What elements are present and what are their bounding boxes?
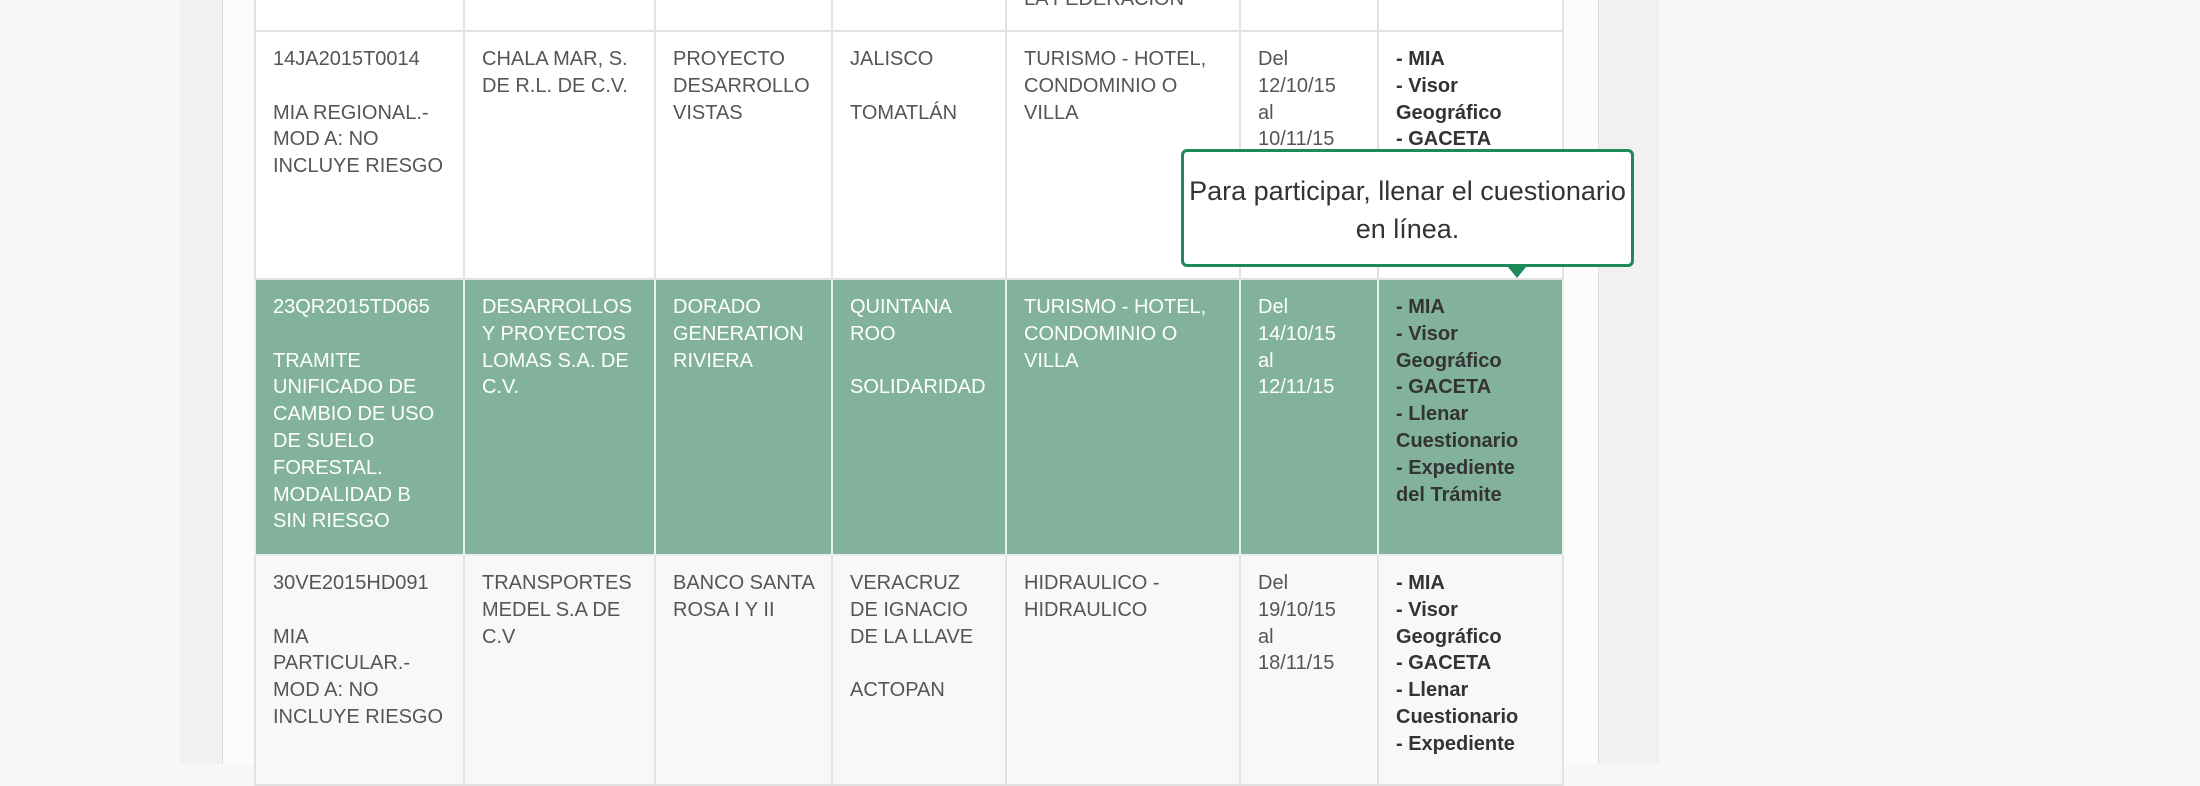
municipio-text: SOLIDARIDAD: [850, 376, 986, 399]
cell-clave: [254, 0, 465, 32]
periodo-al: al: [1258, 625, 1274, 648]
entidad-text: JALISCO: [850, 48, 934, 70]
table-row: LA FEDERACION: [254, 0, 1564, 32]
cell-entidad: JALISCO TOMATLÁN: [833, 32, 1007, 280]
link-mia[interactable]: - MIA: [1396, 294, 1546, 321]
periodo-end: 12/11/15: [1258, 376, 1335, 399]
link-llenar-cuestionario[interactable]: - Llenar Cuestionario: [1396, 677, 1546, 731]
cell-promovente: [465, 0, 656, 32]
cell-sector: HIDRAULICO - HIDRAULICO: [1007, 556, 1241, 786]
cell-proyecto: BANCO SANTA ROSA I Y II: [656, 556, 833, 786]
entidad-text: QUINTANA ROO: [850, 296, 951, 345]
periodo-del: Del: [1258, 296, 1289, 318]
entidad-text: VERACRUZ DE IGNACIO DE LA LLAVE: [850, 572, 974, 648]
promovente-text: TRANSPORTES MEDEL S.A DE C.V: [482, 572, 632, 648]
periodo-al: al: [1258, 101, 1274, 124]
link-gaceta[interactable]: - GACETA: [1396, 374, 1546, 401]
link-visor-geografico[interactable]: - Visor Geográfico: [1396, 321, 1546, 375]
periodo-end: 18/11/15: [1258, 652, 1335, 675]
table-row[interactable]: 30VE2015HD091 MIA PARTICULAR.-MOD A: NO …: [254, 556, 1564, 786]
cell-links: - MIA - Visor Geográfico - GACETA - Llen…: [1379, 280, 1564, 556]
municipio-text: TOMATLÁN: [850, 101, 958, 124]
periodo-start: 19/10/15: [1258, 598, 1336, 621]
proyecto-text: BANCO SANTA ROSA I Y II: [673, 572, 814, 621]
periodo-al: al: [1258, 349, 1274, 372]
table-row-highlighted[interactable]: 23QR2015TD065 TRAMITE UNIFICADO DE CAMBI…: [254, 280, 1564, 556]
cell-entidad: VERACRUZ DE IGNACIO DE LA LLAVE ACTOPAN: [833, 556, 1007, 786]
link-mia[interactable]: - MIA: [1396, 570, 1546, 597]
link-expediente[interactable]: - Expediente: [1396, 731, 1546, 758]
clave-text: 23QR2015TD065: [273, 296, 430, 318]
cell-promovente: CHALA MAR, S. DE R.L. DE C.V.: [465, 32, 656, 280]
cell-promovente: DESARROLLOS Y PROYECTOS LOMAS S.A. DE C.…: [465, 280, 656, 556]
tipo-text: TRAMITE UNIFICADO DE CAMBIO DE USO DE SU…: [273, 349, 435, 533]
cell-clave: 23QR2015TD065 TRAMITE UNIFICADO DE CAMBI…: [254, 280, 465, 556]
cell-sector: LA FEDERACION: [1007, 0, 1241, 32]
periodo-start: 14/10/15: [1258, 322, 1336, 345]
sector-text: TURISMO - HOTEL, CONDOMINIO O VILLA: [1024, 296, 1207, 372]
link-mia[interactable]: - MIA: [1396, 46, 1546, 73]
cell-sector: TURISMO - HOTEL, CONDOMINIO O VILLA: [1007, 280, 1241, 556]
cell-periodo: [1241, 0, 1379, 32]
proyecto-text: PROYECTO DESARROLLO VISTAS: [673, 48, 810, 124]
tooltip-arrow: [1508, 267, 1526, 278]
cell-entidad: [833, 0, 1007, 32]
clave-text: 30VE2015HD091: [273, 572, 429, 594]
clave-text: 14JA2015T0014: [273, 48, 420, 70]
cell-proyecto: PROYECTO DESARROLLO VISTAS: [656, 32, 833, 280]
sector-text: HIDRAULICO - HIDRAULICO: [1024, 572, 1160, 621]
periodo-del: Del: [1258, 48, 1289, 70]
projects-table: LA FEDERACION 14JA2015T0014 MIA REGIONAL…: [254, 0, 1564, 786]
cell-clave: 30VE2015HD091 MIA PARTICULAR.-MOD A: NO …: [254, 556, 465, 786]
sector-text: LA FEDERACION: [1024, 0, 1223, 13]
tipo-text: MIA REGIONAL.-MOD A: NO INCLUYE RIESGO: [273, 101, 444, 178]
cell-promovente: TRANSPORTES MEDEL S.A DE C.V: [465, 556, 656, 786]
sector-text: TURISMO - HOTEL, CONDOMINIO O VILLA: [1024, 48, 1207, 124]
cell-periodo: Del 14/10/15 al 12/11/15: [1241, 280, 1379, 556]
cell-entidad: QUINTANA ROO SOLIDARIDAD: [833, 280, 1007, 556]
cell-clave: 14JA2015T0014 MIA REGIONAL.-MOD A: NO IN…: [254, 32, 465, 280]
periodo-del: Del: [1258, 572, 1289, 594]
link-llenar-cuestionario[interactable]: - Llenar Cuestionario: [1396, 401, 1546, 455]
periodo-start: 12/10/15: [1258, 74, 1336, 97]
municipio-text: ACTOPAN: [850, 679, 945, 702]
proyecto-text: DORADO GENERATION RIVIERA: [673, 296, 804, 372]
tooltip-text: Para participar, llenar el cuestionario …: [1189, 176, 1626, 244]
cell-links: - MIA - Visor Geográfico - GACETA - Llen…: [1379, 556, 1564, 786]
link-visor-geografico[interactable]: - Visor Geográfico: [1396, 597, 1546, 651]
tipo-text: MIA PARTICULAR.-MOD A: NO INCLUYE RIESGO: [273, 625, 444, 728]
promovente-text: CHALA MAR, S. DE R.L. DE C.V.: [482, 48, 628, 97]
cell-proyecto: DORADO GENERATION RIVIERA: [656, 280, 833, 556]
promovente-text: DESARROLLOS Y PROYECTOS LOMAS S.A. DE C.…: [482, 296, 633, 399]
cell-proyecto: [656, 0, 833, 32]
link-gaceta[interactable]: - GACETA: [1396, 650, 1546, 677]
cell-periodo: Del 19/10/15 al 18/11/15: [1241, 556, 1379, 786]
participation-tooltip: Para participar, llenar el cuestionario …: [1181, 149, 1634, 267]
cell-links: [1379, 0, 1564, 32]
link-visor-geografico[interactable]: - Visor Geográfico: [1396, 73, 1546, 127]
link-expediente-del-tramite[interactable]: - Expediente del Trámite: [1396, 455, 1546, 509]
